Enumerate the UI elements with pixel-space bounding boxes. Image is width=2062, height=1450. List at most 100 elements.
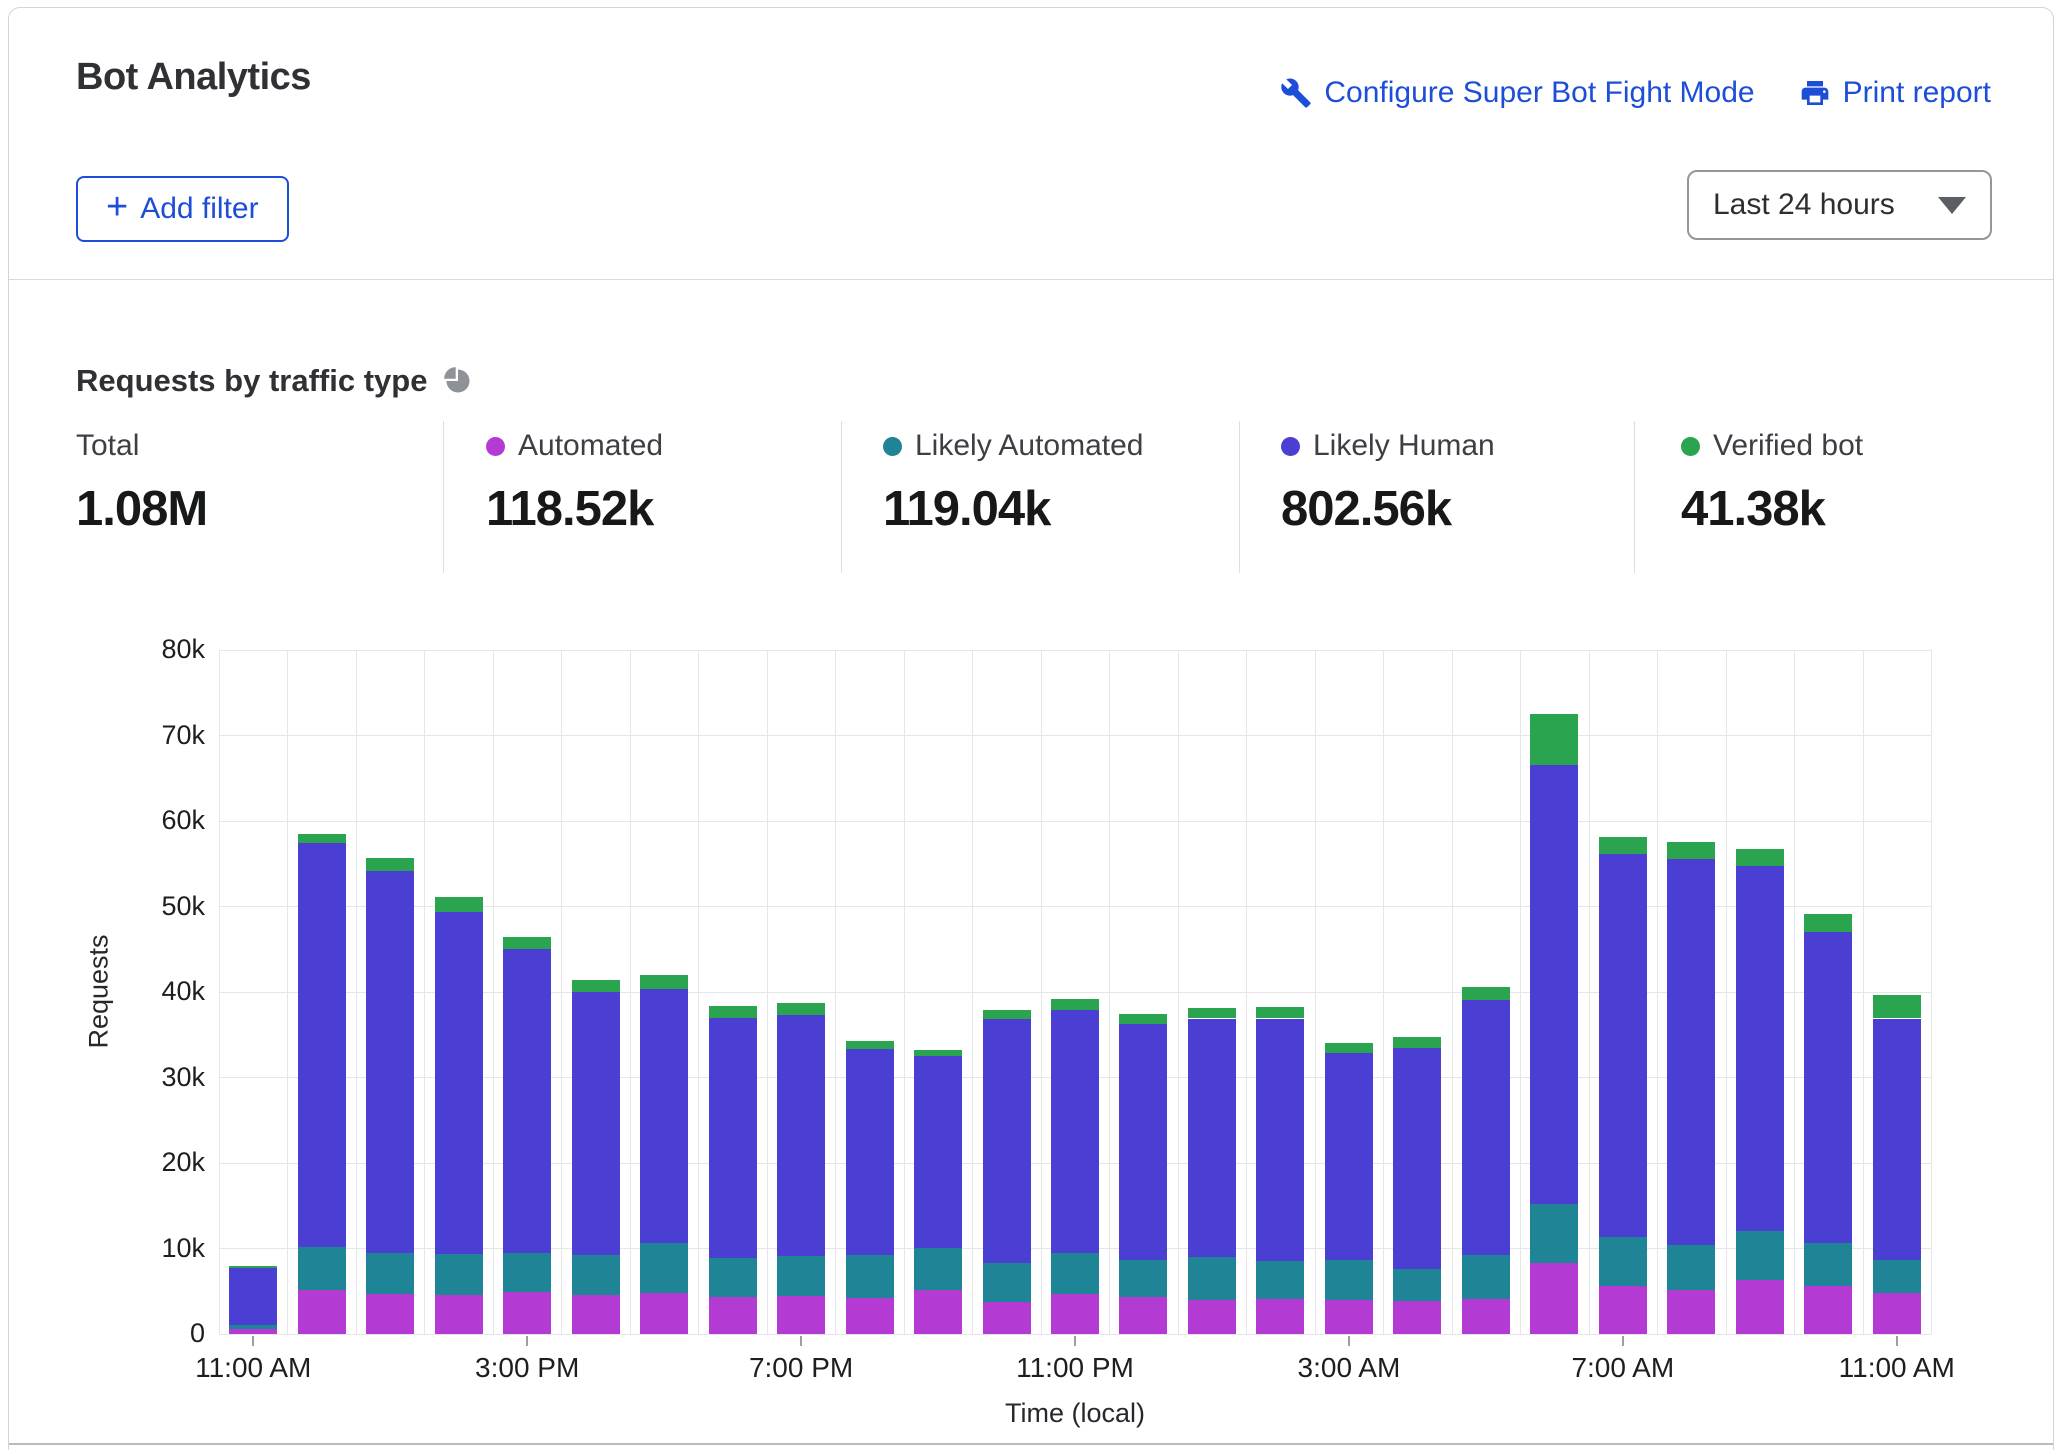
bar-segment-verified-bot[interactable] — [1804, 914, 1852, 932]
bar-segment-verified-bot[interactable] — [914, 1050, 962, 1056]
bar-segment-likely-automated[interactable] — [366, 1253, 414, 1294]
bar-segment-verified-bot[interactable] — [229, 1266, 277, 1269]
bar-segment-likely-human[interactable] — [1393, 1048, 1441, 1269]
add-filter-button[interactable]: + Add filter — [76, 176, 289, 242]
bar-segment-likely-automated[interactable] — [914, 1248, 962, 1290]
bar-segment-likely-human[interactable] — [709, 1018, 757, 1258]
bar-segment-verified-bot[interactable] — [1119, 1014, 1167, 1024]
bar-segment-automated[interactable] — [983, 1302, 1031, 1334]
bar-segment-likely-automated[interactable] — [1393, 1269, 1441, 1301]
bar-segment-likely-automated[interactable] — [1599, 1237, 1647, 1287]
bar-segment-verified-bot[interactable] — [366, 858, 414, 871]
time-range-select[interactable]: Last 24 hours — [1687, 170, 1992, 240]
bar-segment-likely-human[interactable] — [1530, 765, 1578, 1204]
bar-segment-automated[interactable] — [1051, 1294, 1099, 1334]
bar-segment-likely-human[interactable] — [1462, 1000, 1510, 1256]
bar-segment-likely-human[interactable] — [983, 1019, 1031, 1264]
bar-segment-likely-automated[interactable] — [229, 1325, 277, 1329]
bar-segment-verified-bot[interactable] — [1051, 999, 1099, 1010]
bar-segment-automated[interactable] — [1325, 1300, 1373, 1334]
bar-segment-likely-automated[interactable] — [640, 1243, 688, 1293]
bar-segment-verified-bot[interactable] — [640, 975, 688, 990]
bar-segment-automated[interactable] — [1256, 1299, 1304, 1334]
bar-segment-automated[interactable] — [709, 1297, 757, 1334]
bar-segment-likely-human[interactable] — [640, 989, 688, 1243]
bar-segment-automated[interactable] — [435, 1295, 483, 1334]
bar-segment-likely-human[interactable] — [1804, 932, 1852, 1243]
bar-segment-automated[interactable] — [640, 1293, 688, 1334]
bar-segment-likely-human[interactable] — [1119, 1024, 1167, 1259]
bar-segment-automated[interactable] — [1667, 1290, 1715, 1334]
bar-segment-verified-bot[interactable] — [1736, 849, 1784, 866]
bar-segment-automated[interactable] — [298, 1290, 346, 1334]
bar-segment-likely-human[interactable] — [1325, 1053, 1373, 1260]
configure-super-bot-fight-mode-link[interactable]: Configure Super Bot Fight Mode — [1280, 76, 1754, 110]
bar-segment-likely-automated[interactable] — [777, 1256, 825, 1295]
bar-segment-likely-human[interactable] — [777, 1015, 825, 1256]
bar-segment-automated[interactable] — [229, 1329, 277, 1334]
bar-segment-likely-automated[interactable] — [1188, 1257, 1236, 1300]
bar-segment-likely-automated[interactable] — [1325, 1260, 1373, 1300]
bar-segment-automated[interactable] — [503, 1292, 551, 1334]
bar-segment-likely-automated[interactable] — [1119, 1260, 1167, 1298]
bar-segment-likely-automated[interactable] — [1256, 1261, 1304, 1299]
bar-segment-likely-human[interactable] — [1667, 859, 1715, 1245]
bar-segment-likely-automated[interactable] — [983, 1263, 1031, 1301]
bar-segment-likely-automated[interactable] — [1873, 1260, 1921, 1293]
bar-segment-likely-automated[interactable] — [1530, 1204, 1578, 1263]
bar-segment-automated[interactable] — [1873, 1293, 1921, 1334]
bar-segment-verified-bot[interactable] — [1667, 842, 1715, 859]
bar-segment-verified-bot[interactable] — [1599, 837, 1647, 854]
bar-segment-likely-human[interactable] — [1599, 854, 1647, 1236]
bar-segment-verified-bot[interactable] — [503, 937, 551, 949]
bar-segment-likely-human[interactable] — [846, 1049, 894, 1255]
bar-segment-likely-automated[interactable] — [709, 1258, 757, 1297]
bar-segment-automated[interactable] — [366, 1294, 414, 1334]
bar-segment-likely-human[interactable] — [914, 1056, 962, 1248]
bar-segment-verified-bot[interactable] — [1462, 987, 1510, 1000]
bar-segment-verified-bot[interactable] — [983, 1010, 1031, 1019]
bar-segment-verified-bot[interactable] — [1325, 1043, 1373, 1052]
bar-segment-likely-human[interactable] — [1736, 866, 1784, 1231]
bar-segment-likely-automated[interactable] — [572, 1255, 620, 1294]
print-report-link[interactable]: Print report — [1799, 76, 1991, 110]
bar-segment-likely-automated[interactable] — [1051, 1253, 1099, 1294]
bar-segment-automated[interactable] — [1804, 1286, 1852, 1334]
bar-segment-likely-automated[interactable] — [1804, 1243, 1852, 1286]
bar-segment-likely-human[interactable] — [1873, 1019, 1921, 1260]
bar-segment-automated[interactable] — [572, 1295, 620, 1334]
bar-segment-automated[interactable] — [846, 1298, 894, 1334]
bar-segment-likely-automated[interactable] — [846, 1255, 894, 1298]
bar-segment-likely-human[interactable] — [1188, 1019, 1236, 1258]
bar-segment-automated[interactable] — [1188, 1300, 1236, 1334]
bar-segment-verified-bot[interactable] — [1188, 1008, 1236, 1018]
bar-segment-automated[interactable] — [1736, 1280, 1784, 1334]
bar-segment-automated[interactable] — [1393, 1301, 1441, 1334]
bar-segment-likely-human[interactable] — [572, 992, 620, 1255]
bar-segment-likely-automated[interactable] — [1736, 1231, 1784, 1280]
bar-segment-verified-bot[interactable] — [1873, 995, 1921, 1018]
bar-segment-likely-automated[interactable] — [1667, 1245, 1715, 1290]
bar-segment-verified-bot[interactable] — [572, 980, 620, 992]
bar-segment-likely-human[interactable] — [298, 843, 346, 1247]
bar-segment-likely-human[interactable] — [1256, 1019, 1304, 1262]
bar-segment-automated[interactable] — [1599, 1286, 1647, 1334]
bar-segment-likely-automated[interactable] — [435, 1254, 483, 1294]
bar-segment-automated[interactable] — [777, 1296, 825, 1334]
bar-segment-automated[interactable] — [1530, 1263, 1578, 1334]
bar-segment-likely-human[interactable] — [503, 949, 551, 1253]
bar-segment-verified-bot[interactable] — [298, 834, 346, 843]
bar-segment-likely-automated[interactable] — [503, 1253, 551, 1292]
bar-segment-verified-bot[interactable] — [846, 1041, 894, 1050]
bar-segment-verified-bot[interactable] — [1393, 1037, 1441, 1047]
bar-segment-likely-human[interactable] — [1051, 1010, 1099, 1253]
bar-segment-verified-bot[interactable] — [709, 1006, 757, 1018]
bar-segment-verified-bot[interactable] — [1256, 1007, 1304, 1018]
bar-segment-likely-human[interactable] — [229, 1268, 277, 1324]
bar-segment-likely-automated[interactable] — [1462, 1255, 1510, 1299]
bar-segment-likely-automated[interactable] — [298, 1247, 346, 1290]
bar-segment-automated[interactable] — [1462, 1299, 1510, 1334]
bar-segment-likely-human[interactable] — [366, 871, 414, 1253]
bar-segment-automated[interactable] — [1119, 1297, 1167, 1334]
bar-segment-verified-bot[interactable] — [435, 897, 483, 912]
